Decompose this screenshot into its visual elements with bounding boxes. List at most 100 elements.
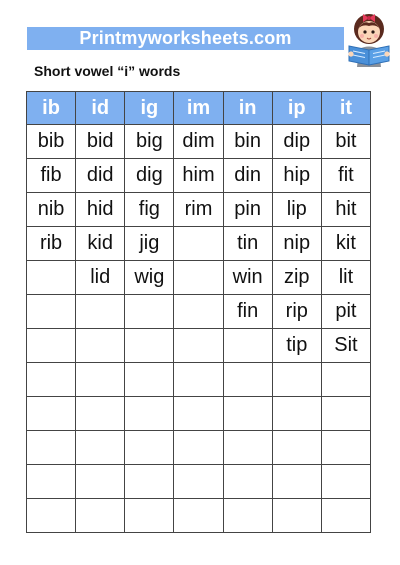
table-cell: nib bbox=[25, 192, 77, 227]
table-cell bbox=[173, 294, 224, 329]
table-cell bbox=[271, 396, 322, 431]
table-cell: rib bbox=[25, 226, 77, 261]
table-cell bbox=[124, 430, 175, 465]
table-cell bbox=[25, 498, 77, 533]
column-header-ip: ip bbox=[271, 91, 322, 125]
column-header-im: im bbox=[173, 91, 224, 125]
table-cell: fit bbox=[320, 158, 372, 193]
table-row bbox=[25, 396, 372, 431]
table-cell: Sit bbox=[320, 328, 372, 363]
table-cell bbox=[222, 498, 273, 533]
table-cell: dim bbox=[173, 124, 224, 159]
table-cell bbox=[25, 464, 77, 499]
table-cell: kid bbox=[75, 226, 126, 261]
table-cell bbox=[124, 498, 175, 533]
table-cell bbox=[173, 464, 224, 499]
table-cell bbox=[75, 362, 126, 397]
table-cell bbox=[124, 396, 175, 431]
table-cell: tin bbox=[222, 226, 273, 261]
table-cell bbox=[75, 396, 126, 431]
table-cell bbox=[222, 362, 273, 397]
table-cell: bin bbox=[222, 124, 273, 159]
table-cell bbox=[271, 362, 322, 397]
table-cell: kit bbox=[320, 226, 372, 261]
table-row: fin rip pit bbox=[25, 294, 372, 329]
table-cell bbox=[320, 396, 372, 431]
table-cell: fig bbox=[124, 192, 175, 227]
table-cell bbox=[124, 464, 175, 499]
table-cell bbox=[320, 498, 372, 533]
table-cell: hid bbox=[75, 192, 126, 227]
table-header-row: ib id ig im in ip it bbox=[25, 91, 372, 125]
table-row: nib hid fig rim pin lip hit bbox=[25, 192, 372, 227]
table-cell: him bbox=[173, 158, 224, 193]
table-cell: pin bbox=[222, 192, 273, 227]
table-cell: pit bbox=[320, 294, 372, 329]
table-cell: rip bbox=[271, 294, 322, 329]
table-cell: lip bbox=[271, 192, 322, 227]
table-row bbox=[25, 498, 372, 533]
table-cell bbox=[320, 464, 372, 499]
table-cell: hip bbox=[271, 158, 322, 193]
girl-reading-book-icon bbox=[348, 14, 390, 67]
table-cell: zip bbox=[271, 260, 322, 295]
table-cell bbox=[25, 396, 77, 431]
table-cell bbox=[75, 430, 126, 465]
column-header-it: it bbox=[320, 91, 372, 125]
column-header-id: id bbox=[75, 91, 126, 125]
table-cell bbox=[124, 362, 175, 397]
table-cell bbox=[222, 328, 273, 363]
table-cell: lit bbox=[320, 260, 372, 295]
table-cell bbox=[173, 430, 224, 465]
table-row: bib bid big dim bin dip bit bbox=[25, 124, 372, 159]
table-cell bbox=[271, 498, 322, 533]
table-cell bbox=[75, 294, 126, 329]
table-cell: win bbox=[222, 260, 273, 295]
table-cell: big bbox=[124, 124, 175, 159]
column-header-ib: ib bbox=[25, 91, 77, 125]
table-cell: nip bbox=[271, 226, 322, 261]
table-cell: fin bbox=[222, 294, 273, 329]
table-cell bbox=[25, 328, 77, 363]
table-cell bbox=[222, 430, 273, 465]
word-family-table: ib id ig im in ip it bib bid big dim bin dip bit fib d… bbox=[25, 91, 372, 533]
table-cell bbox=[271, 430, 322, 465]
table-cell bbox=[75, 328, 126, 363]
table-cell: tip bbox=[271, 328, 322, 363]
table-row: tip Sit bbox=[25, 328, 372, 363]
table-cell: rim bbox=[173, 192, 224, 227]
table-cell: jig bbox=[124, 226, 175, 261]
table-cell: bib bbox=[25, 124, 77, 159]
table-cell bbox=[222, 464, 273, 499]
table-cell bbox=[271, 464, 322, 499]
table-cell bbox=[173, 362, 224, 397]
table-row: fib did dig him din hip fit bbox=[25, 158, 372, 193]
table-cell: fib bbox=[25, 158, 77, 193]
table-cell bbox=[25, 430, 77, 465]
table-cell bbox=[173, 226, 224, 261]
table-cell bbox=[173, 498, 224, 533]
column-header-in: in bbox=[222, 91, 273, 125]
table-cell bbox=[320, 362, 372, 397]
table-cell bbox=[124, 328, 175, 363]
table-row bbox=[25, 362, 372, 397]
table-cell: dip bbox=[271, 124, 322, 159]
table-cell bbox=[75, 464, 126, 499]
table-row bbox=[25, 464, 372, 499]
table-body: bib bid big dim bin dip bit fib did dig him din hip f… bbox=[25, 124, 372, 533]
table-cell: lid bbox=[75, 260, 126, 295]
table-cell: bid bbox=[75, 124, 126, 159]
table-row bbox=[25, 430, 372, 465]
table-cell bbox=[25, 294, 77, 329]
table-cell: din bbox=[222, 158, 273, 193]
table-row: rib kid jig tin nip kit bbox=[25, 226, 372, 261]
worksheet-title: Short vowel “i” words bbox=[34, 63, 181, 79]
table-cell bbox=[173, 396, 224, 431]
table-cell: hit bbox=[320, 192, 372, 227]
table-cell bbox=[25, 260, 77, 295]
table-cell bbox=[320, 430, 372, 465]
table-cell: bit bbox=[320, 124, 372, 159]
table-cell: wig bbox=[124, 260, 175, 295]
table-cell bbox=[25, 362, 77, 397]
table-cell bbox=[173, 328, 224, 363]
